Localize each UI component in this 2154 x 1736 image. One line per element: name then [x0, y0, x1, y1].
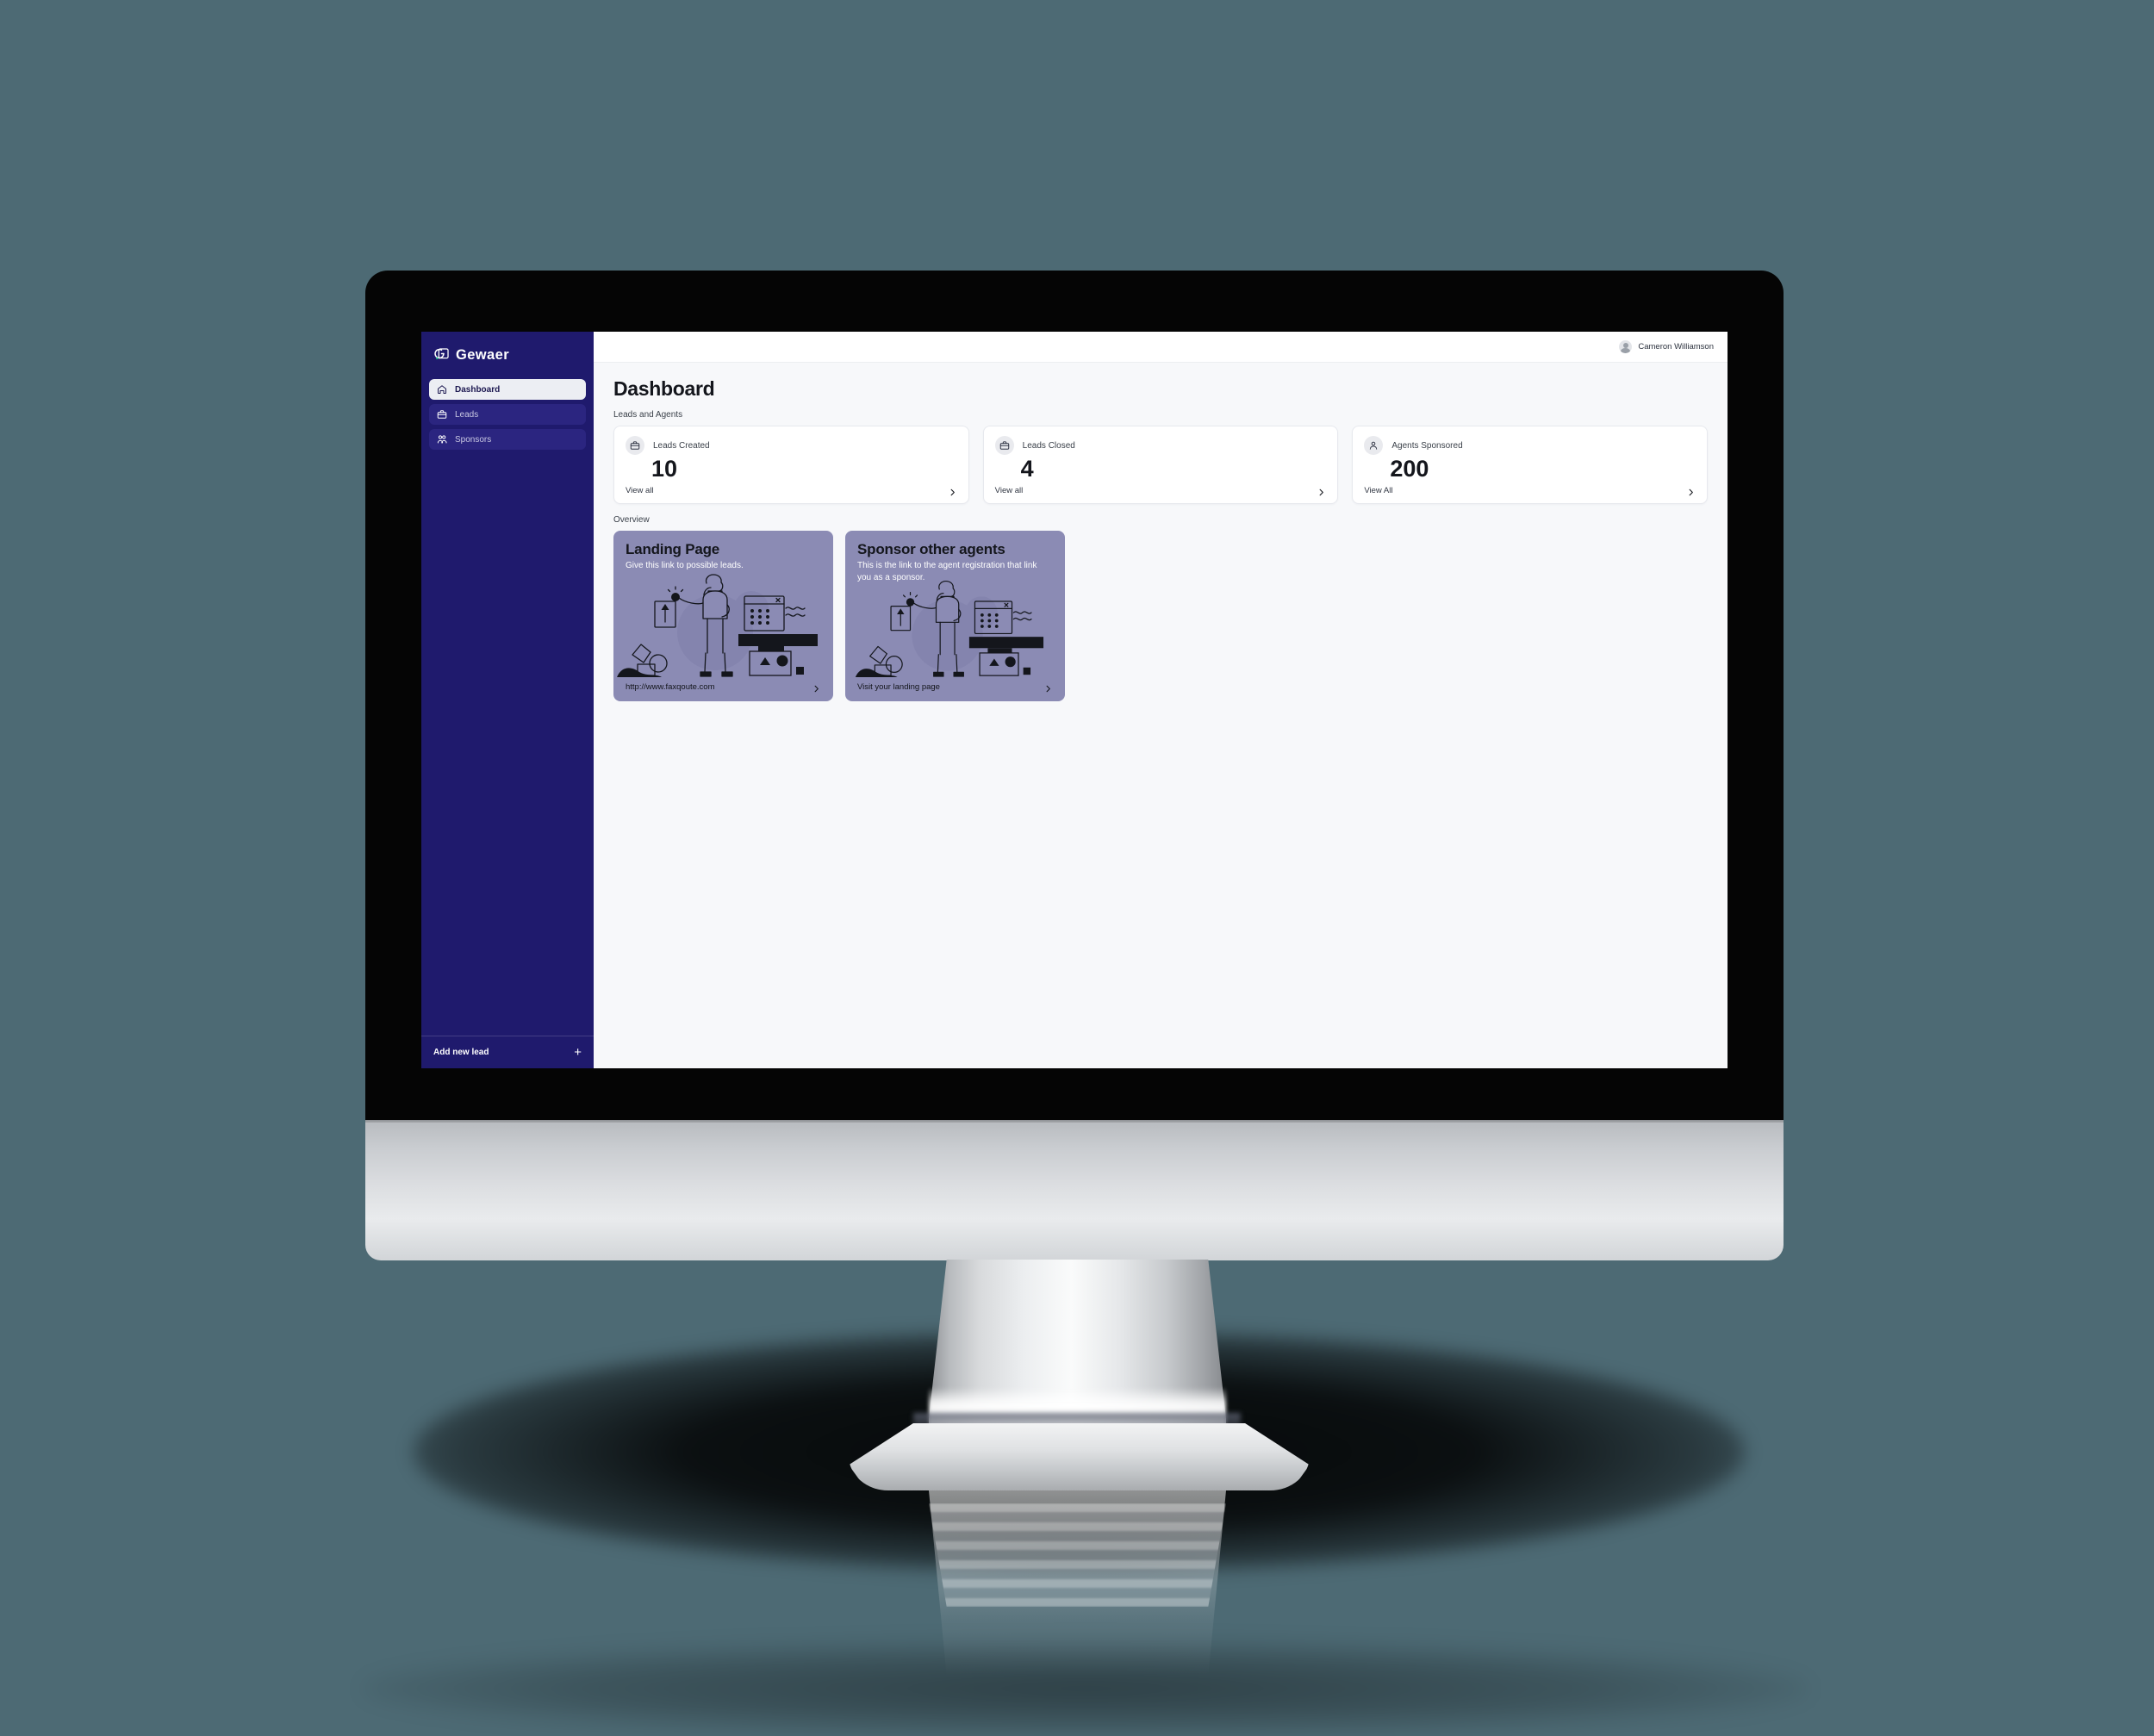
- stat-card-header: Leads Created: [626, 436, 957, 455]
- main-area: Cameron Williamson Dashboard Leads and A…: [594, 332, 1728, 1068]
- visit-landing-page-link[interactable]: Visit your landing page: [857, 682, 940, 692]
- stat-value: 4: [1020, 456, 1034, 482]
- stat-card-footer: View all: [626, 486, 957, 496]
- promo-subtitle: Give this link to possible leads.: [626, 561, 744, 571]
- topbar: Cameron Williamson: [594, 332, 1728, 363]
- promo-subtitle: This is the link to the agent registrati…: [857, 561, 1037, 582]
- briefcase-icon: [437, 409, 447, 420]
- sidebar-item-label: Sponsors: [455, 434, 492, 445]
- overview-card-row: Landing Page Give this link to possible …: [613, 531, 1708, 702]
- sidebar-item-dashboard[interactable]: Dashboard: [429, 379, 586, 400]
- stat-card-agents-sponsored[interactable]: Agents Sponsored 200 View All: [1352, 426, 1709, 505]
- stat-label: Leads Closed: [1022, 440, 1075, 451]
- user-avatar-icon: [1619, 340, 1633, 353]
- monitor-screen: Gewaer Dashboard Leads Sponsors Add new …: [421, 332, 1728, 1068]
- stat-label: Leads Created: [653, 440, 710, 451]
- promo-card-header: Landing Page Give this link to possible …: [613, 531, 833, 571]
- user-menu[interactable]: Cameron Williamson: [1619, 340, 1714, 353]
- promo-card-sponsor-other-agents[interactable]: Sponsor other agents This is the link to…: [845, 531, 1065, 702]
- stat-card-leads-closed[interactable]: Leads Closed 4 View all: [982, 426, 1339, 505]
- promo-card-footer: Visit your landing page: [845, 682, 1065, 701]
- view-all-link[interactable]: View All: [1364, 486, 1392, 495]
- stat-label: Agents Sponsored: [1391, 440, 1463, 451]
- home-icon: [437, 384, 447, 395]
- stat-card-footer: View All: [1364, 486, 1696, 496]
- sidebar-item-leads[interactable]: Leads: [429, 404, 586, 425]
- stat-card-footer: View all: [995, 486, 1327, 496]
- briefcase-icon: [994, 436, 1014, 455]
- briefcase-icon: [626, 436, 644, 455]
- chevron-right-icon[interactable]: [1317, 486, 1326, 496]
- promo-card-landing-page[interactable]: Landing Page Give this link to possible …: [613, 531, 833, 702]
- monitor-stand-foot: [849, 1423, 1310, 1490]
- g-logo-icon: [433, 347, 450, 364]
- monitor-chin: [365, 1123, 1784, 1260]
- stat-value: 200: [1390, 456, 1429, 482]
- sidebar-item-sponsors[interactable]: Sponsors: [429, 429, 586, 450]
- section-label-leads-and-agents: Leads and Agents: [613, 410, 683, 420]
- landing-page-url[interactable]: http://www.faxqoute.com: [626, 682, 715, 692]
- dashboard-content: Dashboard Leads and Agents Leads Created…: [594, 363, 1728, 702]
- monitor-stand-reflection-band: [929, 1503, 1226, 1607]
- promo-card-footer: http://www.faxqoute.com: [613, 682, 833, 701]
- app-window: Gewaer Dashboard Leads Sponsors Add new …: [421, 332, 1728, 1068]
- stat-card-row: Leads Created 10 View all Leads Closed 4…: [613, 426, 1709, 505]
- view-all-link[interactable]: View all: [995, 486, 1024, 495]
- chevron-right-icon[interactable]: [1686, 486, 1696, 496]
- person-with-dashboard-illustration: [613, 569, 833, 678]
- users-icon: [437, 434, 447, 445]
- chevron-right-icon[interactable]: [1043, 682, 1053, 693]
- plus-icon: +: [574, 1045, 582, 1060]
- promo-title: Landing Page: [626, 541, 720, 558]
- user-icon: [1364, 436, 1384, 455]
- promo-card-header: Sponsor other agents This is the link to…: [845, 531, 1065, 582]
- chevron-right-icon[interactable]: [948, 486, 957, 496]
- sidebar-item-label: Leads: [455, 409, 479, 420]
- monitor-scene: Gewaer Dashboard Leads Sponsors Add new …: [0, 0, 2154, 1736]
- promo-title: Sponsor other agents: [857, 541, 1005, 558]
- stat-card-header: Agents Sponsored: [1364, 436, 1696, 455]
- section-label-overview: Overview: [613, 515, 650, 526]
- sidebar-nav: Dashboard Leads Sponsors: [421, 376, 594, 450]
- stat-value: 10: [651, 456, 678, 482]
- stat-card-leads-created[interactable]: Leads Created 10 View all: [613, 426, 969, 505]
- brand[interactable]: Gewaer: [421, 332, 594, 376]
- sidebar: Gewaer Dashboard Leads Sponsors Add new …: [421, 332, 594, 1068]
- brand-name: Gewaer: [456, 347, 510, 363]
- add-new-lead-button[interactable]: Add new lead +: [421, 1036, 594, 1068]
- add-new-lead-label: Add new lead: [433, 1048, 489, 1057]
- page-title: Dashboard: [613, 377, 715, 400]
- view-all-link[interactable]: View all: [626, 486, 654, 495]
- person-with-dashboard-illustration: [845, 576, 1065, 678]
- chevron-right-icon[interactable]: [812, 682, 821, 693]
- sidebar-item-label: Dashboard: [455, 384, 501, 395]
- user-name: Cameron Williamson: [1638, 342, 1714, 352]
- stat-card-header: Leads Closed: [994, 436, 1327, 455]
